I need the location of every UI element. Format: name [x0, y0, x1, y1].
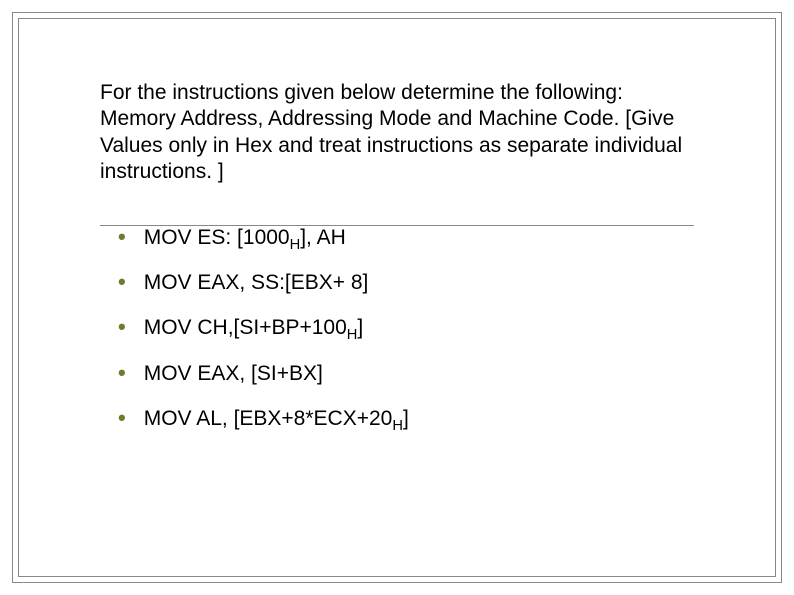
item-suffix: ]	[357, 316, 363, 339]
item-suffix: ], AH	[300, 226, 346, 249]
slide-content: For the instructions given below determi…	[100, 80, 694, 452]
heading-container: For the instructions given below determi…	[100, 80, 694, 226]
item-prefix: MOV EAX, SS:[EBX+ 8]	[144, 271, 369, 294]
bullet-icon: •	[118, 362, 126, 384]
list-item: • MOV AL, [EBX+8*ECX+20H]	[118, 407, 694, 434]
bullet-icon: •	[118, 316, 126, 338]
item-prefix: MOV CH,[SI+BP+100	[144, 316, 347, 339]
item-text: MOV CH,[SI+BP+100H]	[144, 316, 364, 343]
list-item: • MOV EAX, SS:[EBX+ 8]	[118, 271, 694, 298]
item-prefix: MOV EAX, [SI+BX]	[144, 362, 323, 385]
list-item: • MOV EAX, [SI+BX]	[118, 362, 694, 389]
item-prefix: MOV AL, [EBX+8*ECX+20	[144, 407, 393, 430]
item-text: MOV ES: [1000H], AH	[144, 226, 346, 253]
bullet-icon: •	[118, 226, 126, 248]
item-sub: H	[347, 328, 358, 344]
item-sub: H	[290, 237, 301, 253]
bullet-list: • MOV ES: [1000H], AH • MOV EAX, SS:[EBX…	[100, 226, 694, 434]
item-text: MOV EAX, SS:[EBX+ 8]	[144, 271, 369, 298]
item-suffix: ]	[403, 407, 409, 430]
item-text: MOV AL, [EBX+8*ECX+20H]	[144, 407, 409, 434]
bullet-icon: •	[118, 271, 126, 293]
list-item: • MOV ES: [1000H], AH	[118, 226, 694, 253]
item-text: MOV EAX, [SI+BX]	[144, 362, 323, 389]
item-sub: H	[392, 418, 403, 434]
list-item: • MOV CH,[SI+BP+100H]	[118, 316, 694, 343]
slide-heading: For the instructions given below determi…	[100, 80, 694, 185]
item-prefix: MOV ES: [1000	[144, 226, 290, 249]
bullet-icon: •	[118, 407, 126, 429]
